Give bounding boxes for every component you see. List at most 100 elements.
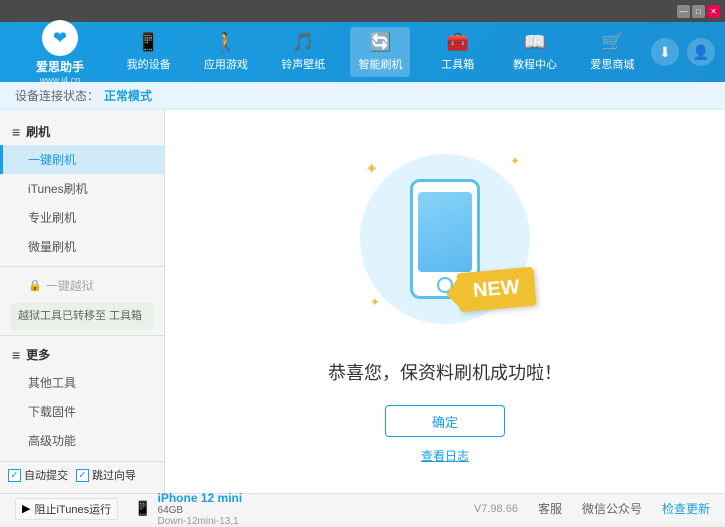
skip-wizard-label: 跳过向导 xyxy=(92,467,136,483)
sidebar-full: ≡ 刷机 一键刷机 iTunes刷机 专业刷机 微量刷机 xyxy=(0,115,164,488)
tutorials-label: 教程中心 xyxy=(513,56,557,72)
sidebar-checkboxes: 自动提交 跳过向导 xyxy=(0,461,164,488)
bottom-area: ▶ 阻止iTunes运行 📱 iPhone 12 mini 64GB Down-… xyxy=(0,493,725,523)
close-btn[interactable]: ✕ xyxy=(707,5,720,18)
itunes-flash-label: iTunes刷机 xyxy=(28,182,88,196)
logo-url: www.i4.cn xyxy=(40,75,81,85)
toolbox-icon: 🧰 xyxy=(447,32,469,53)
logo-text: 爱思助手 xyxy=(36,58,84,75)
minimize-btn[interactable]: — xyxy=(677,5,690,18)
wechat-link[interactable]: 微信公众号 xyxy=(582,500,642,517)
micro-flash-label: 微量刷机 xyxy=(28,240,76,254)
auto-submit-label: 自动提交 xyxy=(24,467,68,483)
nav-tutorials[interactable]: 📖 教程中心 xyxy=(505,27,565,77)
mall-label: 爱思商城 xyxy=(590,56,634,72)
checkbox-auto-submit[interactable]: 自动提交 xyxy=(8,467,68,483)
sidebar-jailbreak-disabled: 🔒 一键越狱 xyxy=(0,272,164,299)
itunes-bar[interactable]: ▶ 阻止iTunes运行 xyxy=(15,498,118,520)
jailbreak-label: 一键越狱 xyxy=(46,277,94,294)
sidebar-section-flash-header: ≡ 刷机 xyxy=(0,118,164,145)
sidebar: ≡ 刷机 一键刷机 iTunes刷机 专业刷机 微量刷机 xyxy=(0,110,165,493)
success-text: 恭喜您，保资料刷机成功啦！ xyxy=(328,359,562,385)
sidebar-info-box: 越狱工具已转移至 工具箱 xyxy=(10,303,154,330)
nav-toolbox[interactable]: 🧰 工具箱 xyxy=(428,27,488,77)
support-link[interactable]: 客服 xyxy=(538,500,562,517)
nav-ringtones[interactable]: 🎵 铃声壁纸 xyxy=(273,27,333,77)
logo-area[interactable]: ❤ 爱思助手 www.i4.cn xyxy=(10,20,110,85)
one-key-flash-label: 一键刷机 xyxy=(28,153,76,167)
logo-icon: ❤ xyxy=(42,20,78,56)
sidebar-section-flash: ≡ 刷机 一键刷机 iTunes刷机 专业刷机 微量刷机 xyxy=(0,118,164,261)
version-label: V7.98.66 xyxy=(474,503,518,515)
itunes-text: 阻止iTunes运行 xyxy=(34,501,111,517)
status-value: 正常模式 xyxy=(104,87,152,104)
sidebar-scroll: ≡ 刷机 一键刷机 iTunes刷机 专业刷机 微量刷机 xyxy=(0,115,164,456)
status-label: 设备连接状态： xyxy=(15,87,99,104)
nav-mall[interactable]: 🛒 爱思商城 xyxy=(582,27,642,77)
itunes-icon: ▶ xyxy=(22,502,30,515)
more-section-icon: ≡ xyxy=(12,347,20,363)
checkbox-skip-wizard[interactable]: 跳过向导 xyxy=(76,467,136,483)
sidebar-section-more-header: ≡ 更多 xyxy=(0,341,164,368)
download-btn[interactable]: ⬇ xyxy=(651,38,679,66)
download-firmware-label: 下载固件 xyxy=(28,405,76,419)
sidebar-item-micro-flash[interactable]: 微量刷机 xyxy=(0,232,164,261)
other-tools-label: 其他工具 xyxy=(28,376,76,390)
device-phone-icon: 📱 xyxy=(134,500,151,517)
my-device-label: 我的设备 xyxy=(127,56,171,72)
skip-wizard-checkbox[interactable] xyxy=(76,469,89,482)
sidebar-item-other-tools[interactable]: 其他工具 xyxy=(0,368,164,397)
mall-icon: 🛒 xyxy=(601,32,623,53)
device-model: Down-12mini-13,1 xyxy=(158,516,243,527)
auto-submit-checkbox[interactable] xyxy=(8,469,21,482)
sparkle-3: ✦ xyxy=(370,295,380,309)
phone-illustration: ✦ ✦ ✦ NEW xyxy=(345,139,545,339)
main-content: ✦ ✦ ✦ NEW 恭喜您，保资料刷机成功啦！ 确定 查看日志 xyxy=(165,110,725,493)
pro-flash-label: 专业刷机 xyxy=(28,211,76,225)
top-navigation: ❤ 爱思助手 www.i4.cn 📱 我的设备 🚶 应用游戏 🎵 铃声壁纸 🔄 … xyxy=(0,22,725,82)
sidebar-item-one-key-flash[interactable]: 一键刷机 xyxy=(0,145,164,174)
sidebar-item-pro-flash[interactable]: 专业刷机 xyxy=(0,203,164,232)
lock-icon: 🔒 xyxy=(28,279,42,292)
sidebar-section-more: ≡ 更多 其他工具 下载固件 高级功能 xyxy=(0,341,164,455)
smart-flash-label: 智能刷机 xyxy=(358,56,402,72)
smart-flash-icon: 🔄 xyxy=(369,32,391,53)
more-section-label: 更多 xyxy=(26,346,50,363)
nav-right-buttons: ⬇ 👤 xyxy=(651,38,715,66)
sidebar-divider-2 xyxy=(0,335,164,336)
info-box-text: 越狱工具已转移至 工具箱 xyxy=(18,310,142,322)
bottom-bar: ▶ 阻止iTunes运行 📱 iPhone 12 mini 64GB Down-… xyxy=(0,493,725,523)
sidebar-item-download-firmware[interactable]: 下载固件 xyxy=(0,397,164,426)
new-badge: NEW xyxy=(457,267,537,313)
apps-games-label: 应用游戏 xyxy=(204,56,248,72)
update-link[interactable]: 检查更新 xyxy=(662,500,710,517)
user-btn[interactable]: 👤 xyxy=(687,38,715,66)
view-log-link[interactable]: 查看日志 xyxy=(421,447,469,464)
window-controls: — □ ✕ xyxy=(677,5,720,18)
phone-screen xyxy=(418,192,472,272)
maximize-btn[interactable]: □ xyxy=(692,5,705,18)
sidebar-item-advanced[interactable]: 高级功能 xyxy=(0,426,164,455)
nav-smart-flash[interactable]: 🔄 智能刷机 xyxy=(350,27,410,77)
apps-games-icon: 🚶 xyxy=(215,32,237,53)
device-info: 📱 iPhone 12 mini 64GB Down-12mini-13,1 xyxy=(134,491,242,527)
status-bar: 设备连接状态： 正常模式 xyxy=(0,82,725,110)
tutorials-icon: 📖 xyxy=(524,32,546,53)
toolbox-label: 工具箱 xyxy=(441,56,474,72)
nav-my-device[interactable]: 📱 我的设备 xyxy=(119,27,179,77)
bottom-left: ▶ 阻止iTunes运行 📱 iPhone 12 mini 64GB Down-… xyxy=(15,491,242,527)
ringtones-label: 铃声壁纸 xyxy=(281,56,325,72)
sparkle-2: ✦ xyxy=(510,154,520,168)
confirm-button[interactable]: 确定 xyxy=(385,405,505,437)
main-area: ≡ 刷机 一键刷机 iTunes刷机 专业刷机 微量刷机 xyxy=(0,110,725,493)
my-device-icon: 📱 xyxy=(137,32,159,53)
sparkle-1: ✦ xyxy=(365,159,378,179)
nav-items: 📱 我的设备 🚶 应用游戏 🎵 铃声壁纸 🔄 智能刷机 🧰 工具箱 📖 教程中心… xyxy=(110,27,651,77)
device-storage: 64GB xyxy=(158,505,243,516)
flash-section-label: 刷机 xyxy=(26,123,50,140)
nav-apps-games[interactable]: 🚶 应用游戏 xyxy=(196,27,256,77)
device-details: iPhone 12 mini 64GB Down-12mini-13,1 xyxy=(158,491,243,527)
advanced-label: 高级功能 xyxy=(28,434,76,448)
ringtones-icon: 🎵 xyxy=(292,32,314,53)
sidebar-item-itunes-flash[interactable]: iTunes刷机 xyxy=(0,174,164,203)
